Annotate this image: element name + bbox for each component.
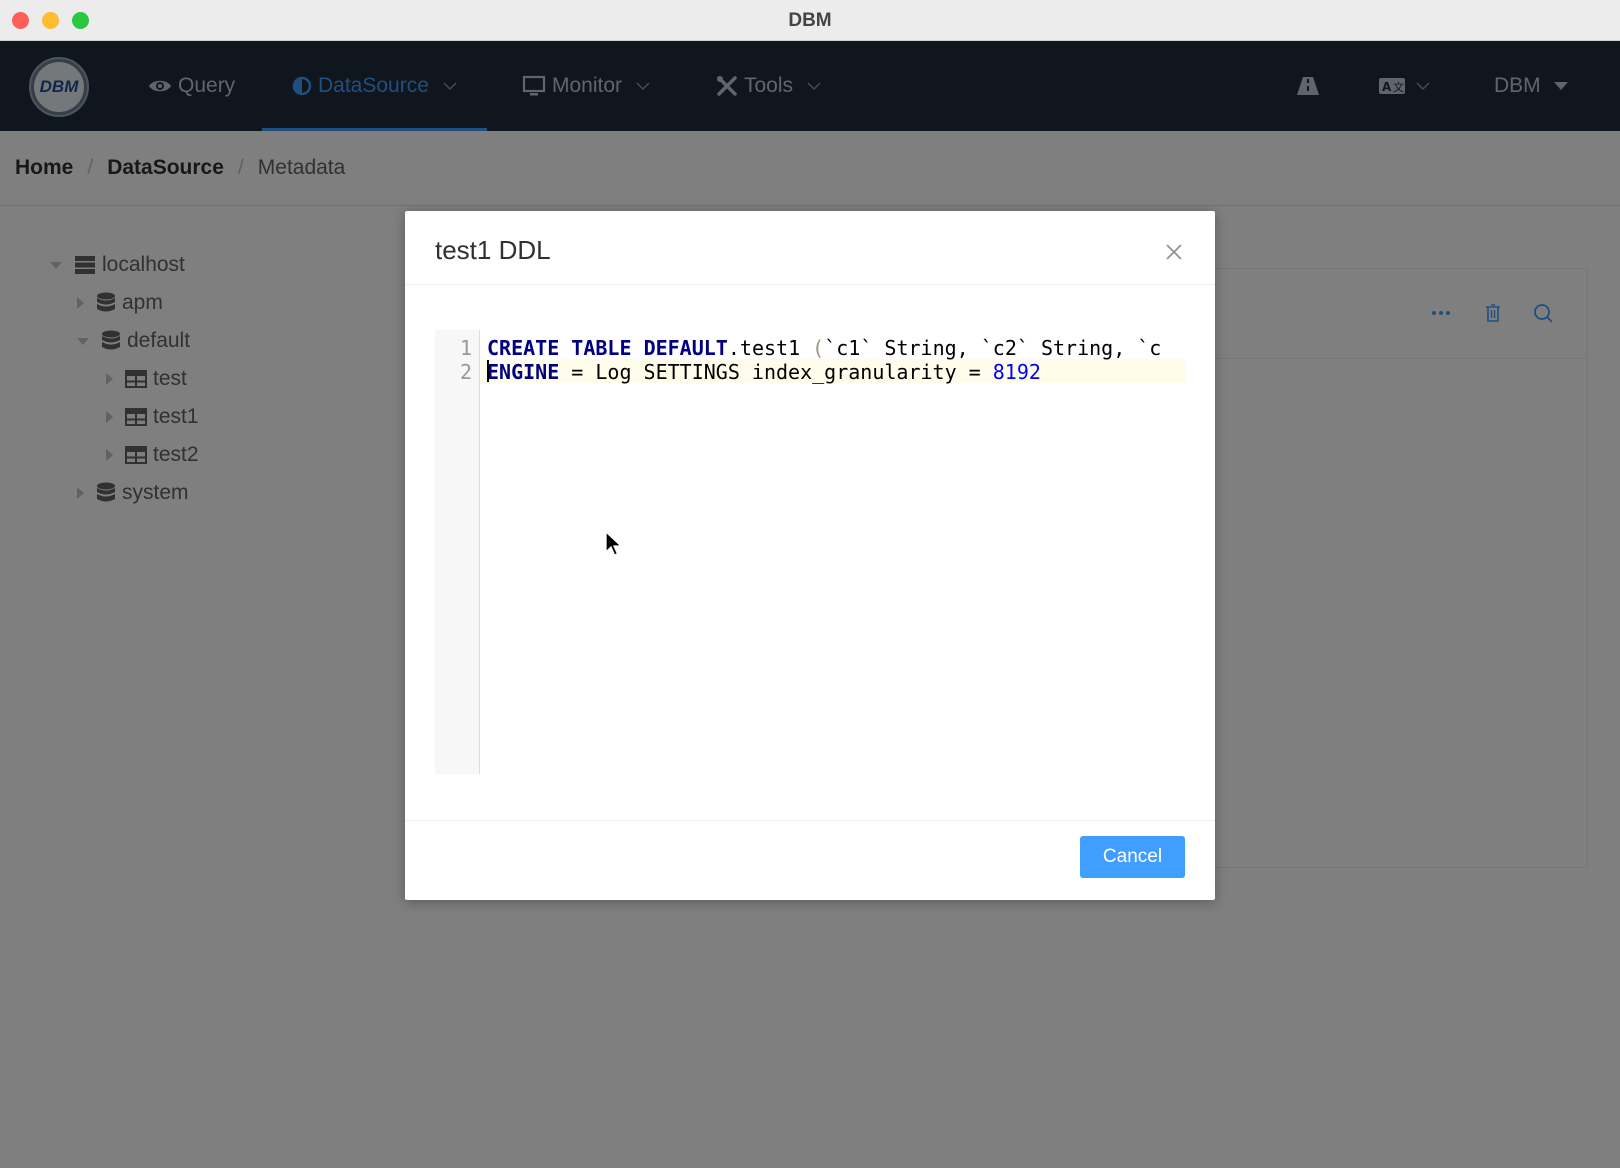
dialog-footer: Cancel (405, 820, 1215, 900)
code-text: .test1 (727, 336, 813, 360)
keyword: ENGINE (487, 360, 560, 384)
cancel-button[interactable]: Cancel (1080, 836, 1185, 878)
keyword: TABLE (571, 336, 632, 360)
code-line-1: CREATE TABLE DEFAULT.test1 (`c1` String,… (487, 336, 1161, 360)
mouse-pointer-icon (605, 531, 623, 556)
line-number: 1 (459, 336, 472, 360)
editor-gutter: 1 2 (435, 330, 480, 774)
dialog-title: test1 DDL (435, 235, 551, 265)
line-number: 2 (459, 360, 472, 384)
code-number: 8192 (992, 360, 1041, 384)
code-paren: ( (812, 336, 825, 360)
code-text: `c1` String, `c2` String, `c (824, 336, 1162, 360)
window-title: DBM (788, 10, 832, 31)
ddl-code-editor[interactable]: 1 2 CREATE TABLE DEFAULT.test1 (`c1` Str… (435, 330, 1185, 774)
dialog-header: test1 DDL (405, 211, 1215, 285)
code-text: = Log SETTINGS index_granularity = (559, 360, 993, 384)
code-line-2: ENGINE = Log SETTINGS index_granularity … (487, 360, 1041, 384)
ddl-dialog: test1 DDL 1 2 CREATE TABLE DEFAULT.test1… (405, 211, 1215, 900)
window-titlebar: DBM (0, 0, 1620, 41)
text-cursor (487, 360, 489, 382)
keyword: DEFAULT (643, 336, 728, 360)
close-icon[interactable] (1163, 241, 1185, 263)
keyword: CREATE (487, 336, 560, 360)
